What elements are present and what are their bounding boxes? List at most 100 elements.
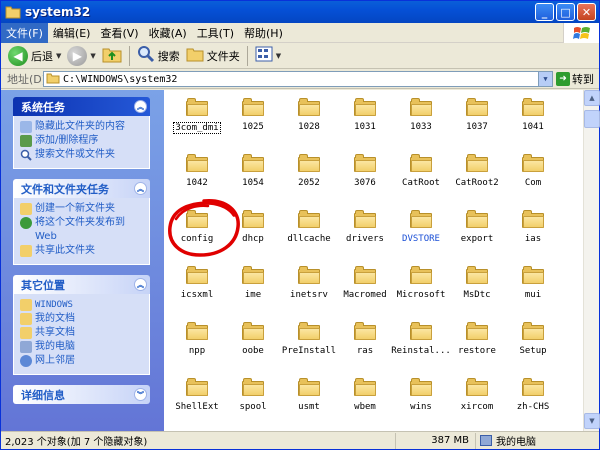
task-share-folder[interactable]: 共享此文件夹 — [20, 244, 143, 258]
close-button[interactable]: ✕ — [577, 3, 596, 21]
folder-item[interactable]: PreInstall — [281, 314, 337, 370]
menu-tools[interactable]: 工具(T) — [192, 23, 239, 43]
folder-item[interactable]: 1042 — [169, 146, 225, 202]
place-my-documents[interactable]: 我的文档 — [20, 312, 143, 326]
folder-item[interactable]: Setup — [505, 314, 561, 370]
folder-item[interactable]: wins — [393, 370, 449, 426]
task-search-files[interactable]: 搜索文件或文件夹 — [20, 148, 143, 162]
menu-help[interactable]: 帮助(H) — [239, 23, 288, 43]
folder-item[interactable]: Com — [505, 146, 561, 202]
folder-item[interactable]: 3076 — [337, 146, 393, 202]
title-bar[interactable]: system32 _ □ ✕ — [1, 1, 599, 23]
folder-item[interactable]: config — [169, 202, 225, 258]
folder-item[interactable]: spool — [225, 370, 281, 426]
folder-item[interactable]: drivers — [337, 202, 393, 258]
menu-edit[interactable]: 编辑(E) — [48, 23, 96, 43]
chevron-down-icon[interactable]: ︾ — [134, 388, 147, 401]
views-button[interactable]: ▼ — [252, 45, 284, 67]
folder-item[interactable]: ime — [225, 258, 281, 314]
folder-item[interactable]: Microsoft — [393, 258, 449, 314]
maximize-button[interactable]: □ — [556, 3, 575, 21]
folder-item[interactable]: ias — [505, 202, 561, 258]
forward-button[interactable]: ▶ ▼ — [64, 45, 98, 67]
folder-item[interactable]: xircom — [449, 370, 505, 426]
folder-item[interactable]: ShellExt — [169, 370, 225, 426]
up-button[interactable] — [99, 45, 125, 67]
folder-item[interactable]: icsxml — [169, 258, 225, 314]
folder-item[interactable]: DVSTORE — [393, 202, 449, 258]
folder-item[interactable]: export — [449, 202, 505, 258]
folder-item[interactable]: usmt — [281, 370, 337, 426]
scroll-thumb[interactable] — [584, 110, 600, 128]
folder-icon — [354, 154, 376, 172]
folder-item[interactable]: dhcp — [225, 202, 281, 258]
folder-item[interactable]: zh-CHS — [505, 370, 561, 426]
folder-item[interactable]: wbem — [337, 370, 393, 426]
task-label: 搜索文件或文件夹 — [35, 149, 115, 160]
folder-item[interactable]: restore — [449, 314, 505, 370]
share-folder-icon — [20, 245, 32, 257]
scroll-down-button[interactable]: ▼ — [584, 413, 600, 429]
folder-item[interactable]: ras — [337, 314, 393, 370]
close-icon: ✕ — [581, 5, 592, 19]
folder-item[interactable]: Macromed — [337, 258, 393, 314]
folder-name: usmt — [298, 402, 320, 412]
folder-item[interactable]: npp — [169, 314, 225, 370]
place-label: 我的文档 — [35, 313, 75, 324]
place-my-computer[interactable]: 我的电脑 — [20, 340, 143, 354]
task-hide-contents[interactable]: 隐藏此文件夹的内容 — [20, 120, 143, 134]
folder-item[interactable]: 1041 — [505, 90, 561, 146]
folder-name: Reinstal... — [391, 346, 451, 356]
place-shared-documents[interactable]: 共享文档 — [20, 326, 143, 340]
task-publish-web[interactable]: 将这个文件夹发布到 Web — [20, 216, 143, 244]
panel-header[interactable]: 系统任务 ︽ — [13, 97, 150, 116]
menu-file[interactable]: 文件(F) — [1, 22, 48, 43]
computer-icon — [480, 435, 492, 446]
chevron-up-icon[interactable]: ︽ — [134, 278, 147, 291]
folder-name: 1033 — [410, 122, 432, 132]
folder-item[interactable]: Reinstal... — [391, 314, 451, 370]
folder-item[interactable]: 2052 — [281, 146, 337, 202]
folder-item[interactable]: 3com_dmi — [169, 90, 225, 146]
folder-name: mui — [524, 290, 542, 300]
chevron-down-icon[interactable]: ▼ — [56, 52, 61, 60]
place-network[interactable]: 网上邻居 — [20, 354, 143, 368]
folder-icon — [186, 98, 208, 116]
task-add-remove-programs[interactable]: 添加/删除程序 — [20, 134, 143, 148]
folder-item[interactable]: 1054 — [225, 146, 281, 202]
scroll-up-button[interactable]: ▲ — [584, 90, 600, 106]
folder-item[interactable]: 1031 — [337, 90, 393, 146]
folder-item[interactable]: mui — [505, 258, 561, 314]
folder-item[interactable]: 1025 — [225, 90, 281, 146]
folder-icon — [466, 210, 488, 228]
vertical-scrollbar[interactable]: ▲ ▼ — [583, 90, 600, 431]
folders-button[interactable]: 文件夹 — [183, 45, 243, 67]
folder-item[interactable]: dllcache — [281, 202, 337, 258]
address-input[interactable]: C:\WINDOWS\system32 ▼ — [43, 71, 553, 87]
panel-header[interactable]: 详细信息 ︾ — [13, 385, 150, 404]
folder-item[interactable]: MsDtc — [449, 258, 505, 314]
folder-item[interactable]: 1028 — [281, 90, 337, 146]
search-button[interactable]: 搜索 — [134, 45, 183, 67]
folder-icon — [298, 266, 320, 284]
chevron-up-icon[interactable]: ︽ — [134, 100, 147, 113]
task-new-folder[interactable]: 创建一个新文件夹 — [20, 202, 143, 216]
folder-item[interactable]: 1033 — [393, 90, 449, 146]
folder-item[interactable]: CatRoot — [393, 146, 449, 202]
folder-item[interactable]: CatRoot2 — [449, 146, 505, 202]
menu-favorites[interactable]: 收藏(A) — [144, 23, 192, 43]
chevron-up-icon[interactable]: ︽ — [134, 182, 147, 195]
back-button[interactable]: ◀ 后退 ▼ — [5, 45, 64, 67]
folder-item[interactable]: inetsrv — [281, 258, 337, 314]
folder-icon — [354, 378, 376, 396]
minimize-button[interactable]: _ — [535, 3, 554, 21]
chevron-down-icon[interactable]: ▼ — [90, 52, 95, 60]
chevron-down-icon[interactable]: ▼ — [538, 72, 552, 86]
panel-header[interactable]: 文件和文件夹任务 ︽ — [13, 179, 150, 198]
place-windows[interactable]: WINDOWS — [20, 298, 143, 312]
go-button[interactable]: ➜ 转到 — [556, 71, 594, 87]
folder-item[interactable]: 1037 — [449, 90, 505, 146]
folder-item[interactable]: oobe — [225, 314, 281, 370]
panel-header[interactable]: 其它位置 ︽ — [13, 275, 150, 294]
menu-view[interactable]: 查看(V) — [95, 23, 143, 43]
